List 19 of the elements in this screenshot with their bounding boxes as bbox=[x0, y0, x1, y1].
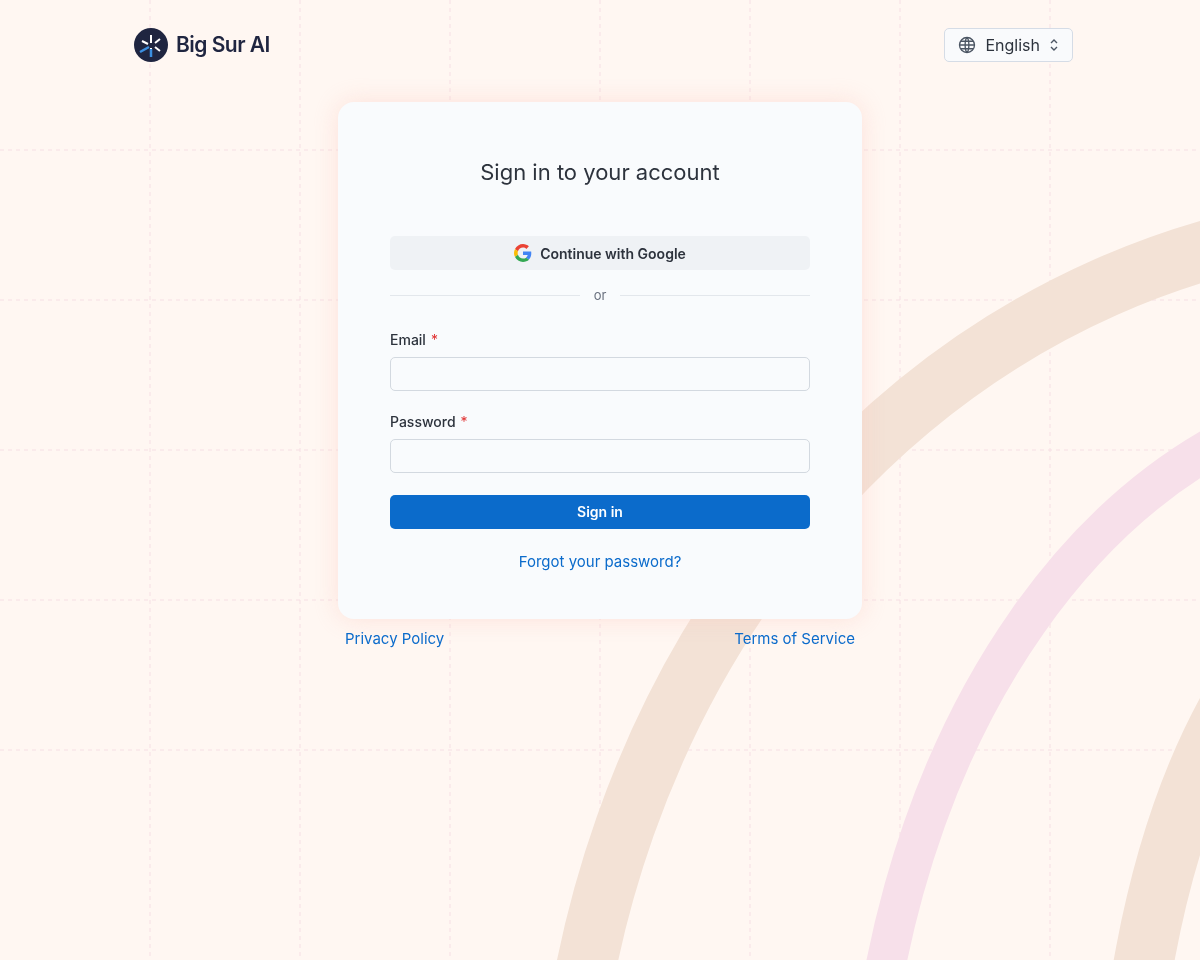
chevron-updown-icon bbox=[1048, 37, 1060, 53]
field-label: Email bbox=[390, 329, 426, 350]
language-select[interactable]: English bbox=[944, 28, 1073, 62]
required-mark: * bbox=[430, 329, 438, 350]
required-mark: * bbox=[460, 411, 468, 432]
globe-icon bbox=[957, 35, 978, 55]
input-field[interactable] bbox=[390, 438, 810, 473]
google-icon bbox=[514, 244, 533, 262]
input-field[interactable] bbox=[390, 356, 810, 391]
divider-text: or bbox=[593, 286, 607, 305]
logo-icon bbox=[134, 28, 168, 62]
field-label: Password bbox=[390, 411, 456, 432]
card-title: Sign in to your account bbox=[479, 158, 721, 187]
terms-link[interactable]: Terms of Service bbox=[734, 628, 855, 651]
privacy-link[interactable]: Privacy Policy bbox=[345, 628, 445, 651]
brand-name: Big Sur AI bbox=[176, 31, 270, 60]
sign-in-button[interactable]: Sign in bbox=[390, 494, 810, 529]
forgot-password-link[interactable]: Forgot your password? bbox=[518, 550, 682, 573]
google-button[interactable]: Continue with Google bbox=[390, 236, 810, 270]
